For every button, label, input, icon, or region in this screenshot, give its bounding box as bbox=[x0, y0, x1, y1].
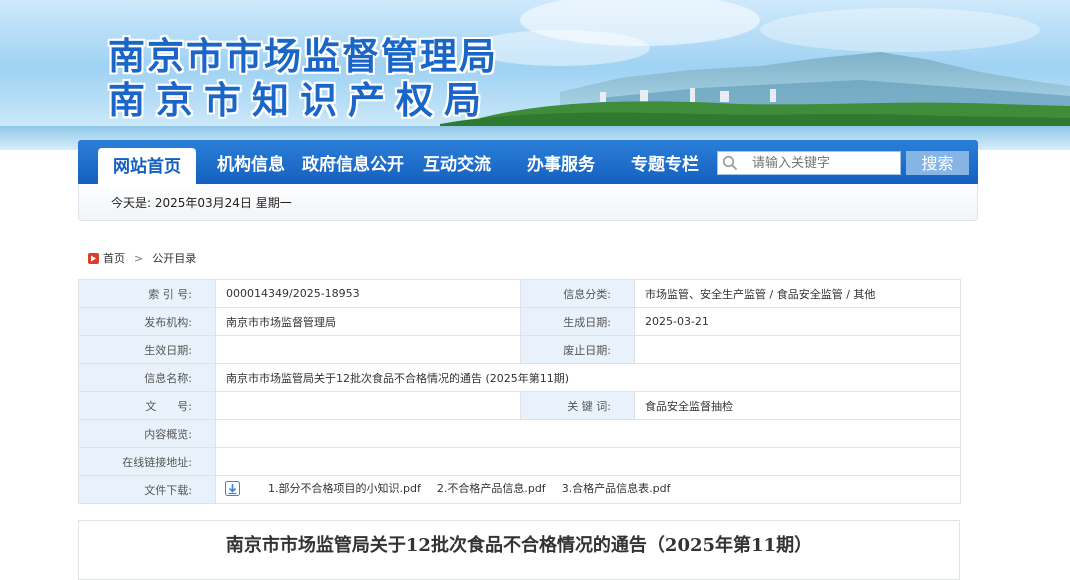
breadcrumb: 首页 > 公开目录 bbox=[88, 250, 196, 267]
table-row: 文 号: 关 键 词: 食品安全监督抽检 bbox=[78, 391, 961, 420]
table-row: 文件下载: 1.部分不合格项目的小知识.pdf 2.不合格产品信息.pdf 3.合格… bbox=[78, 475, 961, 504]
table-row: 内容概览: bbox=[78, 419, 961, 448]
article-title: 南京市市场监管局关于12批次食品不合格情况的通告（2025年第11期） bbox=[225, 535, 813, 556]
table-row: 索 引 号: 000014349/2025-18953 信息分类: 市场监管、安… bbox=[78, 279, 961, 308]
file-download-list: 1.部分不合格项目的小知识.pdf 2.不合格产品信息.pdf 3.合格产品信息表.… bbox=[215, 475, 961, 504]
table-row: 生效日期: 废止日期: bbox=[78, 335, 961, 364]
file-link-2[interactable]: 2.不合格产品信息.pdf bbox=[437, 482, 546, 495]
keywords-label: 关 键 词: bbox=[520, 391, 635, 420]
effective-date-label: 生效日期: bbox=[78, 335, 216, 364]
main-nav: 网站首页 机构信息 政府信息公开 互动交流 办事服务 专题专栏 搜索 bbox=[78, 140, 978, 186]
doc-number-label: 文 号: bbox=[78, 391, 216, 420]
category-value: 市场监管、安全生产监管 / 食品安全监管 / 其他 bbox=[634, 279, 961, 308]
file-download-label: 文件下载: bbox=[78, 475, 216, 504]
doc-number-value bbox=[215, 391, 521, 420]
summary-label: 内容概览: bbox=[78, 419, 216, 448]
search-button[interactable]: 搜索 bbox=[906, 151, 969, 175]
today-date: 今天是: 2025年03月24日 星期一 bbox=[111, 196, 292, 210]
created-date-label: 生成日期: bbox=[520, 307, 635, 336]
table-row: 信息名称: 南京市市场监管局关于12批次食品不合格情况的通告 (2025年第11… bbox=[78, 363, 961, 392]
search-input[interactable] bbox=[752, 154, 892, 172]
info-name-label: 信息名称: bbox=[78, 363, 216, 392]
abolish-date-value bbox=[634, 335, 961, 364]
info-name-value: 南京市市场监管局关于12批次食品不合格情况的通告 (2025年第11期) bbox=[215, 363, 961, 392]
online-link-value bbox=[215, 447, 961, 476]
publisher-label: 发布机构: bbox=[78, 307, 216, 336]
nav-item-services[interactable]: 办事服务 bbox=[518, 140, 604, 184]
nav-item-gov-info[interactable]: 政府信息公开 bbox=[300, 140, 406, 184]
download-icon[interactable] bbox=[225, 481, 240, 499]
article-container: 南京市市场监管局关于12批次食品不合格情况的通告（2025年第11期） bbox=[78, 520, 960, 580]
search-box bbox=[717, 151, 901, 175]
date-bar: 今天是: 2025年03月24日 星期一 bbox=[78, 184, 978, 221]
site-title-line2: 南京市知识产权局 bbox=[108, 78, 492, 122]
file-link-3[interactable]: 3.合格产品信息表.pdf bbox=[562, 482, 671, 495]
keywords-value: 食品安全监督抽检 bbox=[634, 391, 961, 420]
category-label: 信息分类: bbox=[520, 279, 635, 308]
chevron-right-icon: > bbox=[134, 252, 144, 265]
created-date-value: 2025-03-21 bbox=[634, 307, 961, 336]
breadcrumb-current[interactable]: 公开目录 bbox=[152, 252, 196, 265]
search-icon bbox=[722, 155, 738, 175]
table-row: 在线链接地址: bbox=[78, 447, 961, 476]
nav-item-organization[interactable]: 机构信息 bbox=[208, 140, 294, 184]
nav-item-home[interactable]: 网站首页 bbox=[98, 148, 196, 186]
header-banner: 南京市市场监督管理局 南京市知识产权局 bbox=[0, 0, 1070, 150]
index-label: 索 引 号: bbox=[78, 279, 216, 308]
nav-item-topics[interactable]: 专题专栏 bbox=[622, 140, 708, 184]
publisher-value: 南京市市场监督管理局 bbox=[215, 307, 521, 336]
home-icon bbox=[88, 253, 99, 267]
abolish-date-label: 废止日期: bbox=[520, 335, 635, 364]
file-link-1[interactable]: 1.部分不合格项目的小知识.pdf bbox=[268, 482, 421, 495]
effective-date-value bbox=[215, 335, 521, 364]
index-value: 000014349/2025-18953 bbox=[215, 279, 521, 308]
info-table: 索 引 号: 000014349/2025-18953 信息分类: 市场监管、安… bbox=[78, 279, 961, 504]
breadcrumb-home[interactable]: 首页 bbox=[103, 252, 125, 265]
table-row: 发布机构: 南京市市场监督管理局 生成日期: 2025-03-21 bbox=[78, 307, 961, 336]
nav-item-interaction[interactable]: 互动交流 bbox=[414, 140, 500, 184]
online-link-label: 在线链接地址: bbox=[78, 447, 216, 476]
summary-value bbox=[215, 419, 961, 448]
